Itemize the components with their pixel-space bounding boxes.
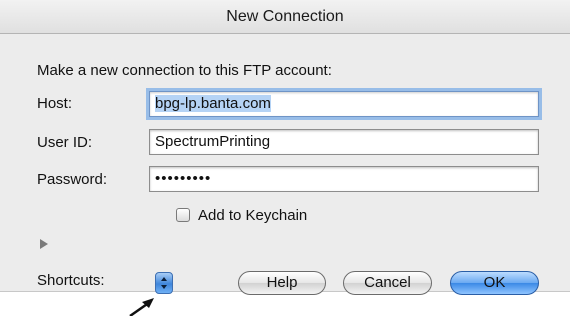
new-connection-dialog: New Connection Make a new connection to … bbox=[0, 0, 570, 295]
host-label: Host: bbox=[37, 95, 73, 112]
password-field[interactable]: ••••••••• bbox=[149, 166, 539, 192]
stepper-up-arrow-icon bbox=[161, 277, 167, 281]
password-label: Password: bbox=[37, 171, 108, 188]
host-field-value: bpg-lp.banta.com bbox=[155, 95, 271, 112]
ok-button[interactable]: OK bbox=[450, 271, 539, 295]
disclosure-triangle-icon[interactable] bbox=[40, 239, 48, 249]
window-title: New Connection bbox=[0, 0, 570, 34]
help-button[interactable]: Help bbox=[238, 271, 326, 295]
shortcuts-stepper[interactable] bbox=[155, 272, 173, 294]
keychain-checkbox[interactable] bbox=[176, 208, 190, 222]
host-field[interactable]: bpg-lp.banta.com bbox=[149, 91, 539, 117]
keychain-option[interactable]: Add to Keychain bbox=[176, 205, 307, 225]
user-id-field[interactable]: SpectrumPrinting bbox=[149, 129, 539, 155]
instructions-text: Make a new connection to this FTP accoun… bbox=[37, 62, 332, 79]
arrow-pointer-icon bbox=[129, 298, 154, 316]
stepper-down-arrow-icon bbox=[161, 285, 167, 289]
shortcuts-label: Shortcuts: bbox=[37, 272, 105, 289]
keychain-label[interactable]: Add to Keychain bbox=[198, 207, 307, 224]
cancel-button[interactable]: Cancel bbox=[343, 271, 432, 295]
user-id-label: User ID: bbox=[37, 134, 93, 151]
